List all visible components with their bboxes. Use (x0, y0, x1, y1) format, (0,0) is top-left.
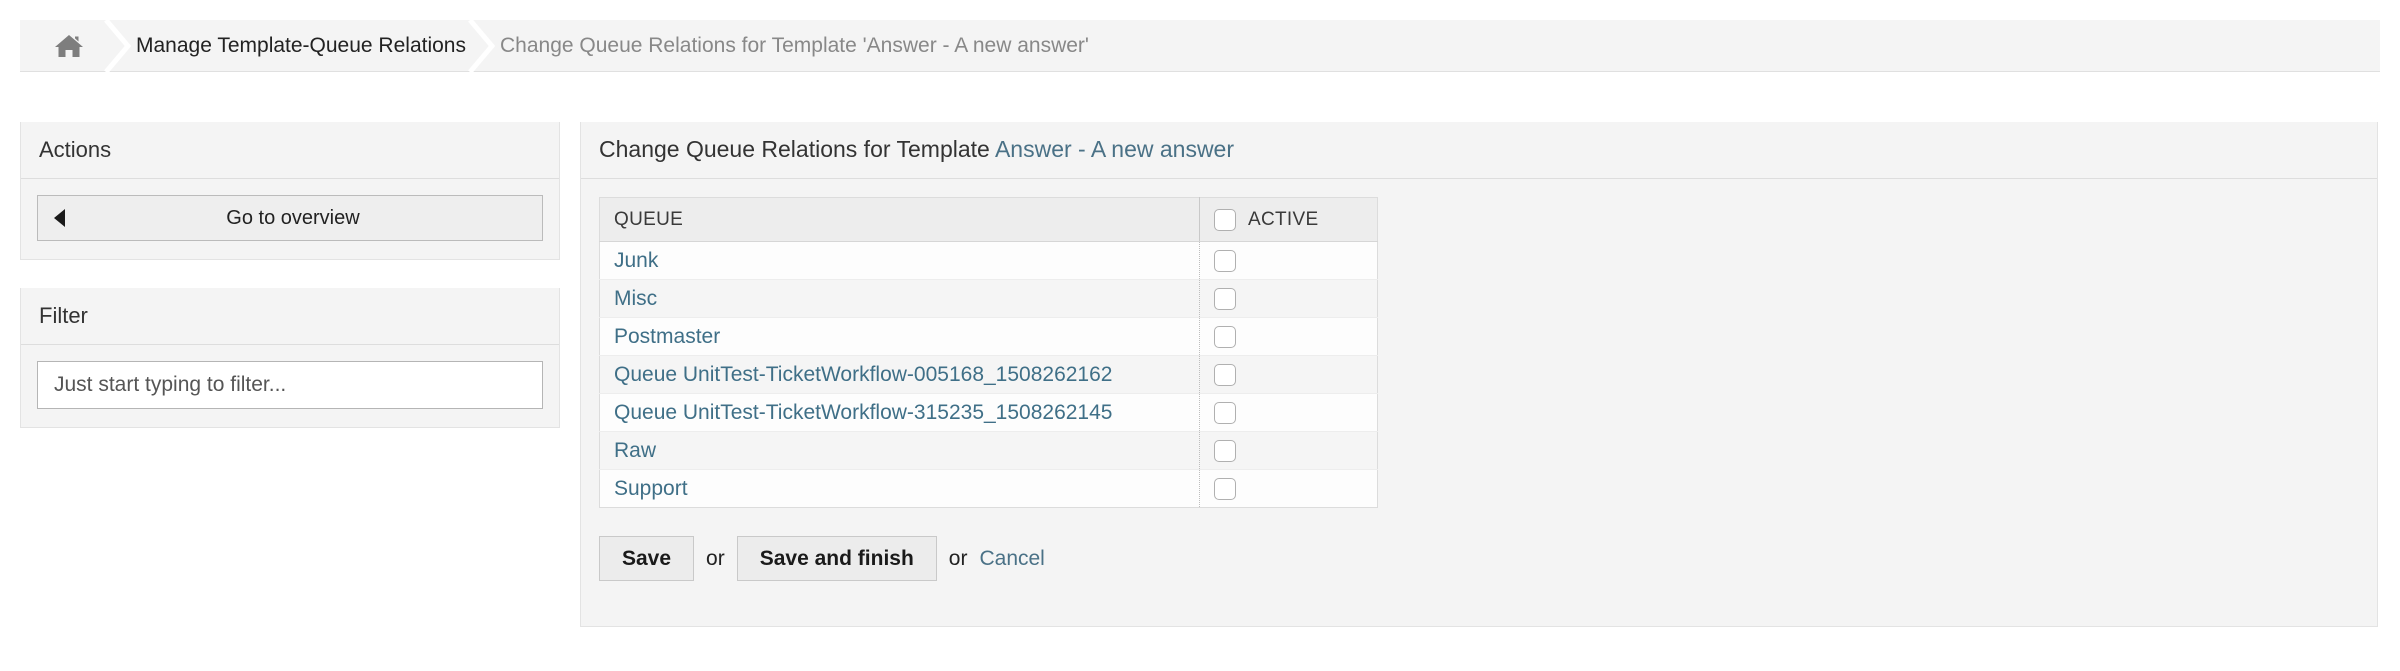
active-checkbox[interactable] (1214, 325, 1236, 348)
queue-link[interactable]: Support (614, 477, 688, 500)
queue-link[interactable]: Raw (614, 439, 656, 462)
queue-name-cell: Queue UnitTest-TicketWorkflow-315235_150… (599, 393, 1200, 432)
queue-name-cell: Support (600, 470, 1200, 508)
active-checkbox-cell (1199, 431, 1378, 470)
queue-link[interactable]: Junk (614, 249, 658, 272)
filter-widget: Filter (20, 288, 560, 428)
breadcrumb-item-change-queue-relations: Change Queue Relations for Template 'Ans… (466, 20, 1089, 71)
breadcrumb-item-label: Manage Template-Queue Relations (136, 33, 466, 57)
filter-widget-body (21, 345, 559, 427)
table-row: Misc (599, 279, 1378, 318)
table-row: Queue UnitTest-TicketWorkflow-005168_150… (599, 355, 1378, 394)
queue-name-cell: Junk (599, 241, 1200, 280)
queue-link[interactable]: Misc (614, 287, 657, 310)
active-checkbox[interactable] (1214, 401, 1236, 424)
active-checkbox[interactable] (1214, 363, 1236, 386)
queue-link[interactable]: Queue UnitTest-TicketWorkflow-315235_150… (614, 401, 1112, 424)
main-content-widget: Change Queue Relations for Template Answ… (580, 122, 2378, 627)
breadcrumb: Manage Template-Queue Relations Change Q… (20, 20, 2380, 72)
queue-name-cell: Raw (599, 431, 1200, 470)
queue-name-cell: Misc (599, 279, 1200, 318)
active-checkbox-cell (1199, 279, 1378, 318)
filter-input[interactable] (37, 361, 543, 409)
column-header-active-label: ACTIVE (1248, 208, 1319, 230)
breadcrumb-item-label: Change Queue Relations for Template 'Ans… (499, 33, 1089, 57)
go-to-overview-button[interactable]: Go to overview (37, 195, 543, 241)
active-checkbox-cell (1199, 393, 1378, 432)
sidebar: Actions Go to overview Filter (20, 122, 560, 456)
table-row: Raw (599, 431, 1378, 470)
queue-link[interactable]: Queue UnitTest-TicketWorkflow-005168_150… (614, 363, 1112, 386)
page-title-prefix: Change Queue Relations for Template (599, 136, 995, 162)
template-queue-relations-table: QUEUE ACTIVE Junk Misc Postmaster Queue Uni… (599, 197, 1378, 508)
go-to-overview-label: Go to overview (226, 206, 360, 229)
filter-widget-title: Filter (21, 288, 559, 345)
table-row: Junk (599, 241, 1378, 280)
main-content-body: QUEUE ACTIVE Junk Misc Postmaster Queue Uni… (581, 179, 2377, 581)
or-separator-1: or (706, 546, 725, 570)
table-row: Queue UnitTest-TicketWorkflow-315235_150… (599, 393, 1378, 432)
table-header-row: QUEUE ACTIVE (599, 197, 1378, 242)
caret-left-icon (54, 209, 65, 227)
active-checkbox-cell (1199, 317, 1378, 356)
select-all-active-checkbox[interactable] (1214, 208, 1236, 231)
actions-widget: Actions Go to overview (20, 122, 560, 260)
save-button[interactable]: Save (599, 536, 695, 581)
active-checkbox[interactable] (1214, 477, 1236, 500)
breadcrumb-item-home[interactable] (20, 20, 132, 72)
column-header-queue: QUEUE (599, 197, 1200, 242)
active-checkbox-cell (1199, 469, 1378, 508)
active-checkbox-cell (1199, 241, 1378, 280)
table-row: Support (599, 469, 1378, 508)
or-separator-2: or (948, 546, 968, 570)
template-link[interactable]: Answer - A new answer (995, 136, 1234, 162)
active-checkbox[interactable] (1214, 249, 1236, 272)
active-checkbox[interactable] (1214, 439, 1236, 462)
save-and-finish-button[interactable]: Save and finish (736, 536, 937, 581)
actions-widget-title: Actions (21, 122, 559, 179)
active-checkbox-cell (1199, 355, 1378, 394)
column-header-active: ACTIVE (1199, 197, 1378, 242)
active-checkbox[interactable] (1214, 287, 1236, 310)
cancel-link[interactable]: Cancel (979, 547, 1044, 571)
table-row: Postmaster (599, 317, 1378, 356)
table-body: Junk Misc Postmaster Queue UnitTest-TicketW… (599, 241, 1378, 508)
queue-name-cell: Postmaster (599, 317, 1200, 356)
table-header: QUEUE ACTIVE (599, 197, 1378, 242)
queue-name-cell: Queue UnitTest-TicketWorkflow-005168_150… (599, 355, 1200, 394)
actions-widget-body: Go to overview (21, 179, 559, 259)
page-title: Change Queue Relations for Template Answ… (581, 122, 2377, 179)
queue-link[interactable]: Postmaster (614, 325, 720, 348)
form-actions: Save or Save and finish or Cancel (599, 508, 2359, 581)
breadcrumb-item-manage-template-queue-relations[interactable]: Manage Template-Queue Relations (102, 20, 496, 72)
home-icon (54, 32, 84, 60)
